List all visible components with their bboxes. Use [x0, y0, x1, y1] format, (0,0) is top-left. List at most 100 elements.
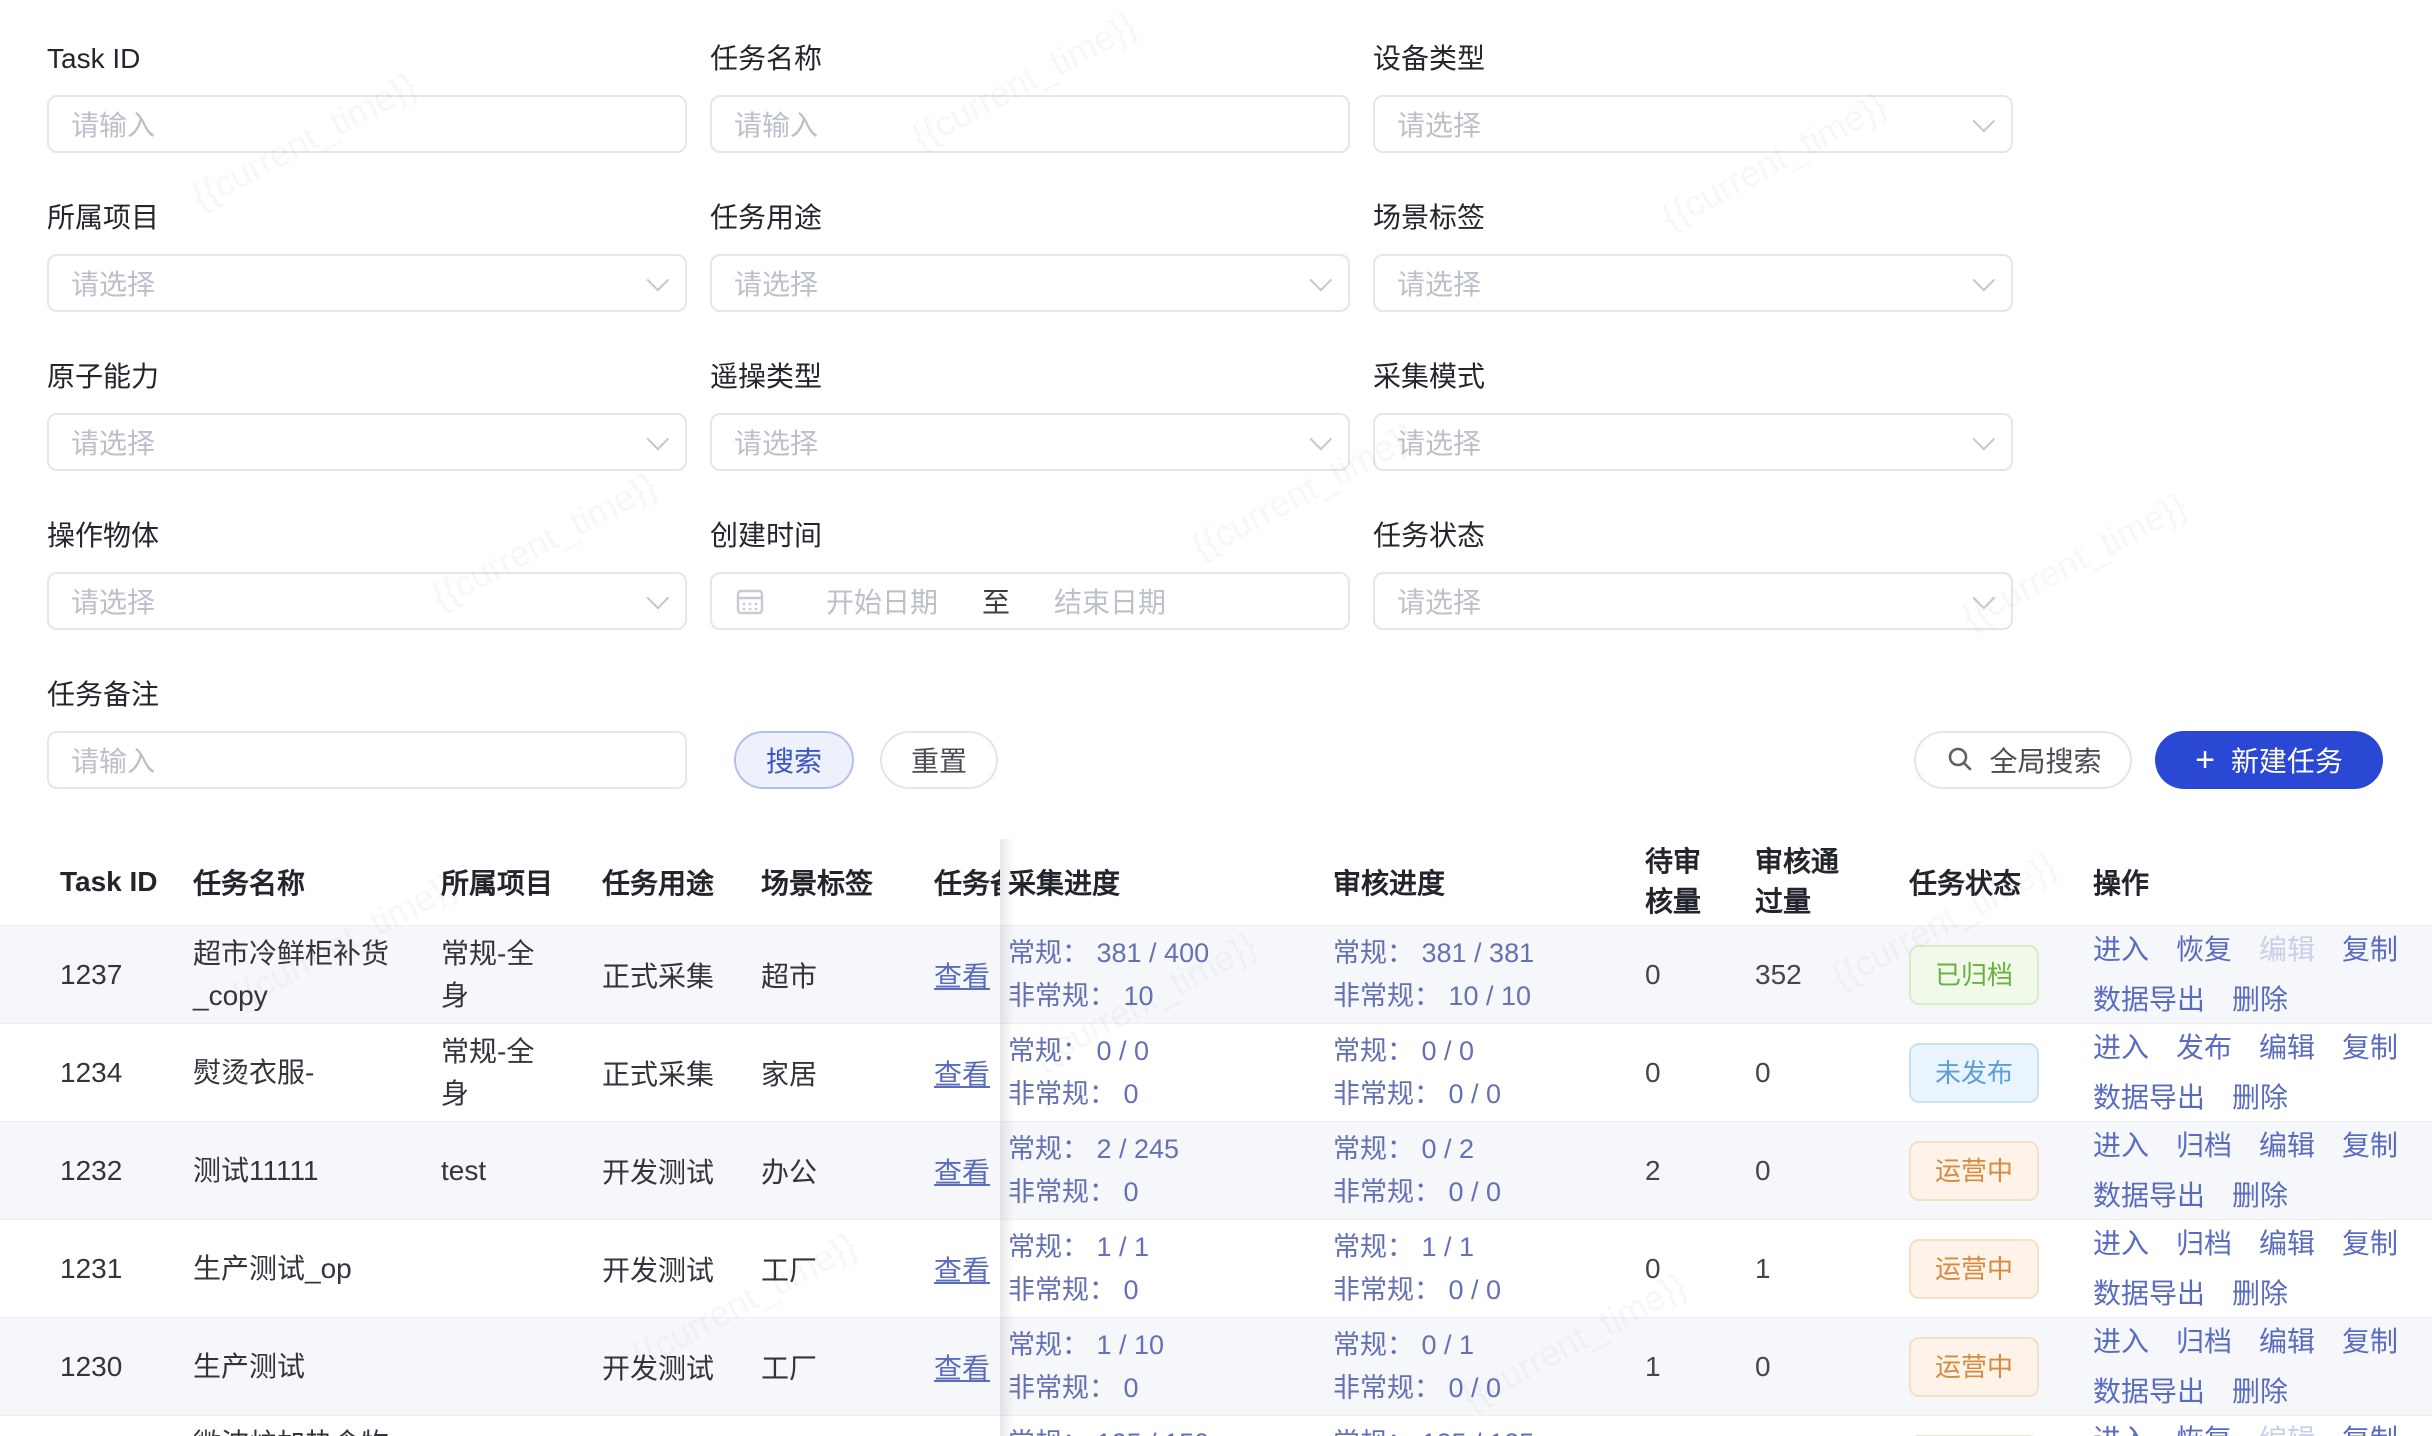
task-status-label: 任务状态 [1373, 519, 2013, 553]
task-status-select[interactable]: 请选择 [1373, 572, 2013, 630]
op-edit[interactable]: 编辑 [2259, 1317, 2315, 1367]
cell-remark: 查看 [919, 1416, 1000, 1436]
op-archive[interactable]: 归档 [2176, 1219, 2232, 1269]
device-type-select[interactable]: 请选择 [1373, 95, 2013, 153]
header-operations: 操作 [2087, 839, 2432, 925]
field-task-id: Task ID 请输入 [47, 42, 687, 153]
purpose-select[interactable]: 请选择 [710, 254, 1350, 312]
op-delete[interactable]: 删除 [2232, 1073, 2288, 1123]
field-operate-object: 操作物体 请选择 [47, 519, 687, 630]
plus-icon: + [2195, 743, 2215, 777]
op-export[interactable]: 数据导出 [2093, 1367, 2205, 1417]
op-publish[interactable]: 发布 [2176, 1023, 2232, 1073]
op-delete[interactable]: 删除 [2232, 1367, 2288, 1417]
op-restore[interactable]: 恢复 [2176, 925, 2232, 975]
cell-project: 常规-全身 [441, 1024, 602, 1121]
atomic-capability-select[interactable]: 请选择 [47, 413, 687, 471]
task-name-placeholder: 请输入 [734, 104, 1326, 144]
cell-task-id: 1231 [0, 1220, 193, 1317]
purpose-label: 任务用途 [710, 201, 1350, 235]
op-enter[interactable]: 进入 [2093, 1219, 2149, 1269]
header-scene-tag: 场景标签 [761, 839, 919, 925]
view-link[interactable]: 查看 [934, 1053, 990, 1093]
op-delete[interactable]: 删除 [2232, 1171, 2288, 1221]
task-remark-input[interactable]: 请输入 [47, 731, 687, 789]
header-task-name: 任务名称 [193, 839, 441, 925]
view-link[interactable]: 查看 [934, 1347, 990, 1387]
cell-pending-count: 0 [1637, 1024, 1747, 1121]
chevron-down-icon [647, 587, 670, 610]
table-row: 1234 熨烫衣服- 常规-全身 正式采集 家居 查看 常规： 0 / 0非常规… [0, 1023, 2432, 1121]
op-delete[interactable]: 删除 [2232, 975, 2288, 1025]
search-icon [1944, 744, 1976, 776]
status-badge: 运营中 [1909, 1141, 2039, 1201]
cell-passed-count: 352 [1747, 926, 1909, 1023]
create-time-range-picker[interactable]: 开始日期 至 结束日期 [710, 572, 1350, 630]
op-copy[interactable]: 复制 [2342, 1023, 2398, 1073]
cell-task-id: 1237 [0, 926, 193, 1023]
op-archive[interactable]: 归档 [2176, 1317, 2232, 1367]
header-collect-progress: 采集进度 [1000, 839, 1325, 925]
cell-scene: 工厂 [761, 1220, 919, 1317]
header-pending-count: 待审核量 [1637, 839, 1747, 925]
cell-project: 算法专用 [441, 1416, 602, 1436]
global-search-button[interactable]: 全局搜索 [1914, 731, 2132, 789]
task-name-input[interactable]: 请输入 [710, 95, 1350, 153]
task-id-label: Task ID [47, 42, 687, 76]
op-edit[interactable]: 编辑 [2259, 1023, 2315, 1073]
op-enter[interactable]: 进入 [2093, 1317, 2149, 1367]
cell-purpose: 开发测试 [602, 1318, 761, 1415]
op-restore[interactable]: 恢复 [2176, 1415, 2232, 1436]
create-task-button[interactable]: + 新建任务 [2155, 731, 2383, 789]
operate-object-select[interactable]: 请选择 [47, 572, 687, 630]
cell-review-progress: 常规： 0 / 0非常规： 0 / 0 [1325, 1024, 1637, 1121]
operate-object-label: 操作物体 [47, 519, 687, 553]
cell-pending-count: 0 [1637, 1220, 1747, 1317]
op-edit[interactable]: 编辑 [2259, 1121, 2315, 1171]
op-enter[interactable]: 进入 [2093, 925, 2149, 975]
view-link[interactable]: 查看 [934, 1249, 990, 1289]
teleop-type-select[interactable]: 请选择 [710, 413, 1350, 471]
cell-task-name: 微波炉加热食物-干扰-depth降... [193, 1416, 441, 1436]
op-export[interactable]: 数据导出 [2093, 1073, 2205, 1123]
task-id-input[interactable]: 请输入 [47, 95, 687, 153]
view-link[interactable]: 查看 [934, 955, 990, 995]
op-enter[interactable]: 进入 [2093, 1023, 2149, 1073]
cell-task-id: 1232 [0, 1122, 193, 1219]
cell-status: 运营中 [1909, 1122, 2087, 1219]
op-copy[interactable]: 复制 [2342, 1415, 2398, 1436]
op-copy[interactable]: 复制 [2342, 1317, 2398, 1367]
op-edit[interactable]: 编辑 [2259, 1219, 2315, 1269]
collect-mode-select[interactable]: 请选择 [1373, 413, 2013, 471]
cell-pending-count: 2 [1637, 1122, 1747, 1219]
project-select[interactable]: 请选择 [47, 254, 687, 312]
reset-button[interactable]: 重置 [880, 731, 998, 789]
op-export[interactable]: 数据导出 [2093, 975, 2205, 1025]
field-task-status: 任务状态 请选择 [1373, 519, 2013, 630]
op-delete[interactable]: 删除 [2232, 1269, 2288, 1319]
date-range-separator: 至 [982, 581, 1010, 621]
cell-remark: 查看 [919, 1318, 1000, 1415]
scene-tag-select[interactable]: 请选择 [1373, 254, 2013, 312]
search-button[interactable]: 搜索 [734, 731, 854, 789]
op-export[interactable]: 数据导出 [2093, 1171, 2205, 1221]
cell-operations: 进入 恢复 编辑 复制 数据导出 删除 [2087, 1416, 2432, 1436]
op-copy[interactable]: 复制 [2342, 1219, 2398, 1269]
op-copy[interactable]: 复制 [2342, 1121, 2398, 1171]
op-export[interactable]: 数据导出 [2093, 1269, 2205, 1319]
cell-task-id: 1227 [0, 1416, 193, 1436]
op-enter[interactable]: 进入 [2093, 1415, 2149, 1436]
cell-remark: 查看 [919, 1024, 1000, 1121]
cell-task-name: 超市冷鲜柜补货_copy [193, 926, 441, 1023]
cell-status: 已归档 [1909, 1416, 2087, 1436]
cell-remark: 查看 [919, 1220, 1000, 1317]
view-link[interactable]: 查看 [934, 1151, 990, 1191]
op-enter[interactable]: 进入 [2093, 1121, 2149, 1171]
cell-collect-progress: 常规： 2 / 245非常规： 0 [1000, 1122, 1325, 1219]
cell-review-progress: 常规： 1 / 1非常规： 0 / 0 [1325, 1220, 1637, 1317]
op-copy[interactable]: 复制 [2342, 925, 2398, 975]
op-archive[interactable]: 归档 [2176, 1121, 2232, 1171]
field-purpose: 任务用途 请选择 [710, 201, 1350, 312]
field-scene-tag: 场景标签 请选择 [1373, 201, 2013, 312]
chevron-down-icon [1973, 269, 1996, 292]
